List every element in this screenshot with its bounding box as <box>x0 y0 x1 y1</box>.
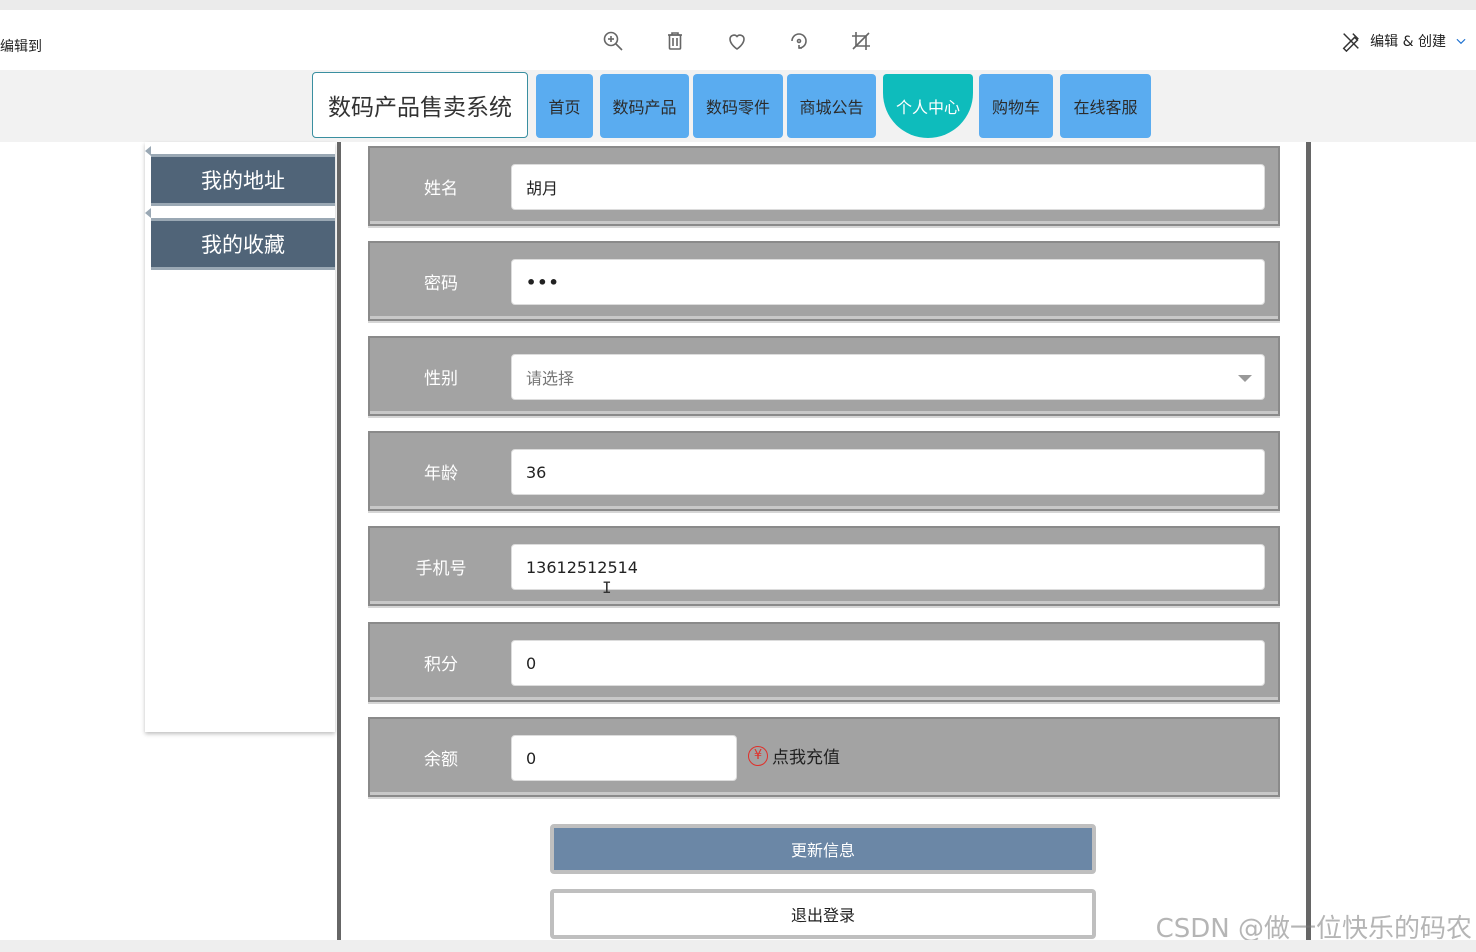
points-label: 积分 <box>424 654 458 675</box>
chevron-down-icon <box>1456 38 1466 45</box>
site-brand: 数码产品售卖系统 <box>312 72 528 138</box>
nav-personal-center[interactable]: 个人中心 <box>883 74 973 138</box>
content-border-right <box>1306 142 1311 942</box>
recharge-link[interactable]: ¥ 点我充值 <box>748 743 840 768</box>
heart-icon[interactable] <box>724 28 750 54</box>
phone-label: 手机号 <box>415 558 467 579</box>
dropdown-caret-icon <box>1238 375 1252 382</box>
balance-input[interactable]: 0 <box>511 735 737 781</box>
image-viewer-toolbar: 编辑到 编辑 & 创建 <box>0 10 1476 70</box>
nav-digital-products[interactable]: 数码产品 <box>600 74 689 138</box>
password-input[interactable]: ••• <box>511 259 1265 305</box>
gender-select-placeholder: 请选择 <box>526 369 575 388</box>
phone-input[interactable]: 13612512514 <box>511 544 1265 590</box>
edit-create-icon <box>1342 33 1360 52</box>
logout-button[interactable]: 退出登录 <box>550 889 1096 939</box>
gender-select[interactable]: 请选择 <box>511 354 1265 400</box>
form-row-balance: 余额 0 ¥ 点我充值 <box>368 717 1280 797</box>
nav-announcements[interactable]: 商城公告 <box>787 74 876 138</box>
sidebar-item-address[interactable]: 我的地址 <box>151 154 335 206</box>
crop-icon[interactable] <box>848 28 874 54</box>
name-label: 姓名 <box>424 178 458 199</box>
zoom-in-icon[interactable] <box>600 28 626 54</box>
nav-cart[interactable]: 购物车 <box>979 74 1053 138</box>
gender-label: 性别 <box>424 368 458 389</box>
form-row-gender: 性别 请选择 <box>368 336 1280 416</box>
sidebar-notch <box>145 208 151 218</box>
name-input[interactable]: 胡月 <box>511 164 1265 210</box>
edit-create-menu[interactable]: 编辑 & 创建 <box>1340 28 1468 54</box>
form-row-phone: 手机号 13612512514 <box>368 526 1280 606</box>
window-bottom-strip <box>0 940 1476 952</box>
trash-icon[interactable] <box>662 28 688 54</box>
sidebar: 我的地址 我的收藏 <box>145 142 335 732</box>
main-navbar: 数码产品售卖系统 首页 数码产品 数码零件 商城公告 个人中心 购物车 在线客服 <box>0 70 1476 142</box>
sidebar-item-favorites[interactable]: 我的收藏 <box>151 218 335 270</box>
age-label: 年龄 <box>424 463 458 484</box>
update-info-button[interactable]: 更新信息 <box>550 824 1096 874</box>
form-row-points: 积分 0 <box>368 622 1280 702</box>
edit-create-label: 编辑 & 创建 <box>1370 34 1446 50</box>
viewer-left-text: 编辑到 <box>0 39 42 55</box>
age-input[interactable]: 36 <box>511 449 1265 495</box>
password-label: 密码 <box>424 273 458 294</box>
window-top-strip <box>0 0 1476 10</box>
nav-customer-service[interactable]: 在线客服 <box>1060 74 1151 138</box>
yen-icon: ¥ <box>748 745 768 766</box>
points-input[interactable]: 0 <box>511 640 1265 686</box>
rotate-icon[interactable] <box>786 28 812 54</box>
text-cursor-icon: I <box>602 578 612 597</box>
form-row-password: 密码 ••• <box>368 241 1280 321</box>
nav-digital-parts[interactable]: 数码零件 <box>693 74 783 138</box>
balance-label: 余额 <box>424 749 458 770</box>
content-border-left <box>337 142 341 942</box>
form-row-age: 年龄 36 <box>368 431 1280 511</box>
recharge-label: 点我充值 <box>772 748 840 768</box>
form-row-name: 姓名 胡月 <box>368 146 1280 226</box>
nav-home[interactable]: 首页 <box>536 74 593 138</box>
